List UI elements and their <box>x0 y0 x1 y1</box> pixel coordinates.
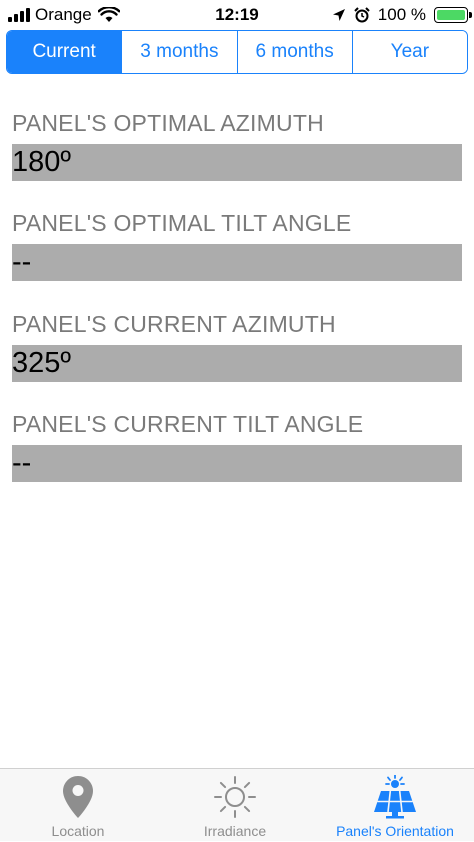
battery-percent: 100 % <box>377 5 426 24</box>
status-bar: Orange 12:19 100 % <box>0 0 474 30</box>
segment-current[interactable]: Current <box>7 31 122 73</box>
optimal-tilt-field: PANEL'S OPTIMAL TILT ANGLE -- <box>12 208 462 281</box>
solar-panel-icon <box>374 775 416 819</box>
tab-irradiance[interactable]: Irradiance <box>175 769 295 842</box>
tab-bar: Location Irradiance Panel's Orientation <box>0 768 474 841</box>
battery-icon <box>434 7 472 23</box>
current-azimuth-label: PANEL'S CURRENT AZIMUTH <box>12 311 336 337</box>
current-azimuth-field: PANEL'S CURRENT AZIMUTH 325º <box>12 309 462 382</box>
battery-level <box>437 10 465 20</box>
optimal-azimuth-field: PANEL'S OPTIMAL AZIMUTH 180º <box>12 108 462 181</box>
current-tilt-value: -- <box>12 445 462 482</box>
current-tilt-field: PANEL'S CURRENT TILT ANGLE -- <box>12 409 462 482</box>
tab-panels-orientation[interactable]: Panel's Orientation <box>320 769 470 842</box>
optimal-tilt-value: -- <box>12 244 462 281</box>
status-bar-right: 100 % <box>332 5 472 25</box>
tab-location[interactable]: Location <box>18 769 138 842</box>
segment-6-months[interactable]: 6 months <box>236 31 352 73</box>
optimal-azimuth-label: PANEL'S OPTIMAL AZIMUTH <box>12 110 324 136</box>
segment-year[interactable]: Year <box>351 31 467 73</box>
current-azimuth-value: 325º <box>12 345 462 382</box>
location-arrow-icon <box>332 9 345 21</box>
tab-panels-orientation-label: Panel's Orientation <box>336 823 454 839</box>
optimal-tilt-label: PANEL'S OPTIMAL TILT ANGLE <box>12 210 352 236</box>
alarm-clock-icon <box>354 7 370 23</box>
current-tilt-label: PANEL'S CURRENT TILT ANGLE <box>12 411 364 437</box>
segment-3-months[interactable]: 3 months <box>121 31 237 73</box>
map-pin-icon <box>63 776 93 818</box>
optimal-azimuth-value: 180º <box>12 144 462 181</box>
period-segmented-control: Current 3 months 6 months Year <box>6 30 468 74</box>
tab-location-label: Location <box>51 823 105 839</box>
sun-icon <box>214 776 256 818</box>
tab-irradiance-label: Irradiance <box>203 823 267 839</box>
